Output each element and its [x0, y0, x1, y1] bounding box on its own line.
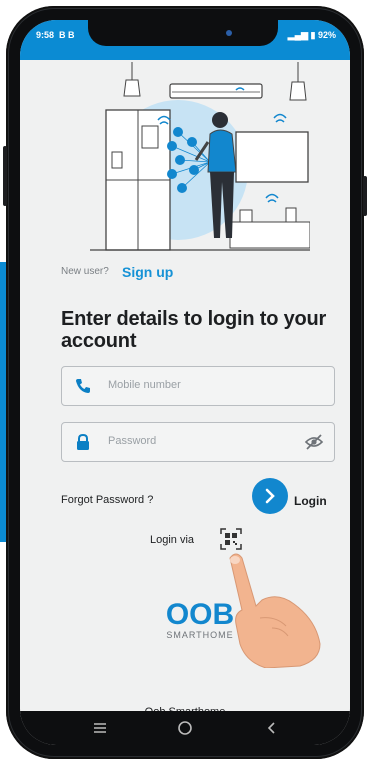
signal-icon: ▂▄▆ — [287, 30, 308, 40]
home-circle-icon[interactable] — [177, 720, 193, 736]
front-camera — [226, 30, 232, 36]
battery-icon: ▮ — [310, 30, 316, 40]
password-placeholder: Password — [108, 435, 157, 447]
app-screen: 9:58 B B ▂▄▆ ▮ 92% New user? Sign up Ent… — [20, 20, 350, 745]
mobile-number-field[interactable]: Mobile number — [61, 366, 335, 406]
signup-link[interactable]: Sign up — [122, 264, 173, 280]
password-field[interactable]: Password — [61, 422, 335, 462]
forgot-password-link[interactable]: Forgot Password ? — [61, 494, 153, 506]
android-nav-bar — [20, 711, 350, 745]
camera-notch — [88, 20, 278, 46]
battery-level: 92% — [317, 30, 336, 40]
smart-home-illustration — [90, 62, 310, 251]
new-user-prompt: New user? — [61, 266, 109, 277]
pointing-hand-image — [229, 553, 321, 668]
login-via-label: Login via — [150, 534, 195, 546]
qr-code-icon[interactable] — [220, 528, 242, 550]
eye-off-icon[interactable] — [304, 433, 324, 451]
mobile-placeholder: Mobile number — [108, 379, 181, 391]
status-right: ▂▄▆ ▮ 92% — [288, 30, 336, 41]
volume-button — [3, 146, 7, 206]
menu-icon[interactable] — [92, 720, 108, 736]
chevron-right-icon — [265, 488, 275, 504]
back-chevron-icon[interactable] — [264, 720, 280, 736]
lock-icon — [77, 433, 89, 450]
status-bar: 9:58 B B ▂▄▆ ▮ 92% — [20, 20, 350, 60]
power-button — [363, 176, 367, 216]
phone-icon — [76, 379, 90, 393]
login-button[interactable] — [252, 478, 288, 514]
status-time: 9:58 B B — [36, 30, 75, 40]
page-title: Enter details to login to your account — [61, 308, 327, 352]
phone-frame: 9:58 B B ▂▄▆ ▮ 92% New user? Sign up Ent… — [3, 6, 367, 759]
login-label[interactable]: Login — [294, 494, 327, 508]
